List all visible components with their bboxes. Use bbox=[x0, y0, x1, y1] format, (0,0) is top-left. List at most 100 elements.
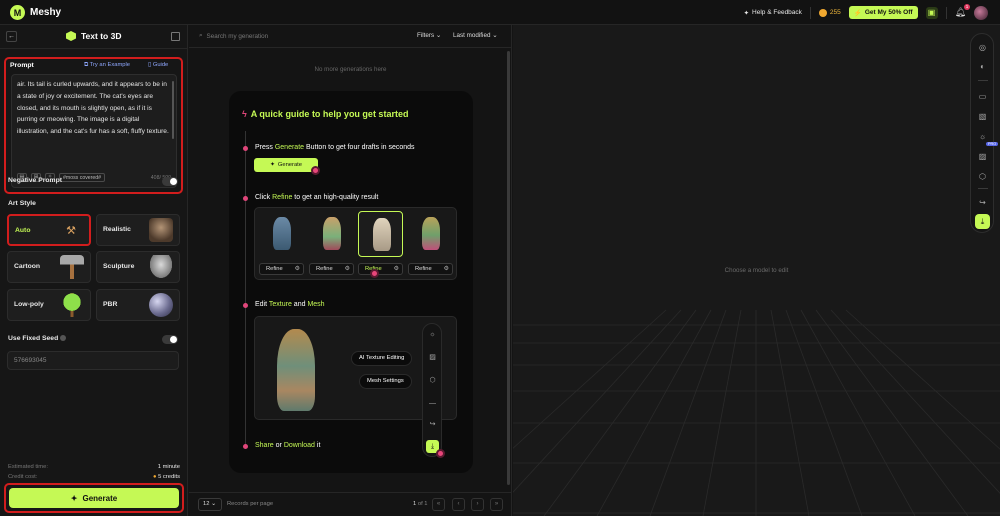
next-page-icon[interactable]: › bbox=[471, 498, 484, 511]
style-option-sculpture[interactable]: Sculpture bbox=[96, 251, 180, 283]
viewport-message: Choose a model to edit bbox=[724, 267, 789, 274]
try-example-link[interactable]: ⧉ Try an Example bbox=[84, 62, 130, 69]
step-highlight: Download bbox=[283, 442, 315, 449]
meshy-logo-icon: M bbox=[10, 5, 25, 20]
refine-label: Refine bbox=[266, 266, 283, 272]
info-icon[interactable] bbox=[60, 335, 67, 341]
estimated-time-value: 1 minute bbox=[157, 464, 180, 470]
texture-icon: ▨ bbox=[429, 354, 436, 361]
prompt-tag[interactable]: #moss covered# bbox=[59, 173, 106, 182]
sun-icon[interactable]: ☼ bbox=[977, 131, 988, 142]
style-label: PBR bbox=[103, 301, 118, 308]
credits-count: 255 bbox=[829, 9, 841, 16]
first-page-icon[interactable]: « bbox=[432, 498, 445, 511]
style-label: Realistic bbox=[103, 226, 131, 233]
prompt-textarea[interactable]: air. Its tail is curled upwards, and it … bbox=[11, 74, 177, 188]
step-dot bbox=[243, 146, 248, 151]
monitor-icon[interactable]: ▭ bbox=[977, 91, 988, 102]
search-input[interactable]: Search my generation bbox=[207, 33, 269, 40]
view-mode-icon[interactable]: ◎ bbox=[977, 42, 988, 53]
refine-label: Refine bbox=[415, 266, 432, 272]
generate-button[interactable]: ✦ Generate bbox=[9, 488, 179, 508]
fixed-seed-text: Use Fixed Seed bbox=[8, 335, 59, 342]
negative-prompt-toggle[interactable] bbox=[162, 177, 178, 186]
step-text: Edit bbox=[255, 301, 269, 308]
share-icon: ↪ bbox=[429, 421, 436, 428]
top-bar: M Meshy ✦ Help & Feedback 255 ⚡ Get My 5… bbox=[0, 0, 1000, 25]
quick-guide-card: ϟ A quick guide to help you get started … bbox=[229, 91, 473, 473]
magic-wand-icon: ⚒ bbox=[66, 225, 76, 237]
negative-prompt-label: Negative Prompt bbox=[8, 177, 63, 184]
records-per-page-label: Records per page bbox=[227, 501, 274, 507]
bolt-icon: ⚡ bbox=[853, 9, 862, 17]
try-example-label: Try an Example bbox=[89, 62, 131, 68]
top-right-actions: ✦ Help & Feedback 255 ⚡ Get My 50% Off ▣… bbox=[744, 4, 988, 20]
style-option-low-poly[interactable]: Low-poly bbox=[7, 289, 91, 321]
texture-icon[interactable]: ▨ bbox=[977, 151, 988, 162]
lighting-icon[interactable]: ◐ bbox=[977, 61, 988, 72]
demo-generate-button: ✦ Generate bbox=[254, 158, 318, 172]
prompt-text[interactable]: air. Its tail is curled upwards, and it … bbox=[17, 79, 172, 138]
step-dot bbox=[243, 196, 248, 201]
style-option-auto[interactable]: Auto ⚒ bbox=[7, 214, 91, 246]
step-dot bbox=[243, 303, 248, 308]
ai-texture-editing-chip: AI Texture Editing bbox=[351, 351, 413, 366]
search-bar[interactable]: ⌕ Search my generation bbox=[199, 32, 268, 40]
mesh-icon[interactable]: ⬡ bbox=[977, 171, 988, 182]
scrollbar[interactable] bbox=[507, 51, 510, 485]
promo-button[interactable]: ⚡ Get My 50% Off bbox=[848, 6, 918, 19]
step-refine: Click Refine to get an high-quality resu… bbox=[255, 194, 378, 201]
help-feedback-button[interactable]: ✦ Help & Feedback bbox=[744, 9, 802, 17]
demo-toolbar: ☼ ▨ ⬡ — ↪ ⤓ bbox=[422, 323, 442, 457]
credit-cost-row: Credit cost: ● 5 credits bbox=[8, 474, 180, 480]
step-highlight: Mesh bbox=[307, 301, 325, 308]
left-panel: ← Text to 3D Prompt ⧉ Try an Example ▯ G… bbox=[0, 25, 188, 516]
step-text: to get an high-quality result bbox=[292, 194, 379, 201]
style-option-pbr[interactable]: PBR bbox=[96, 289, 180, 321]
style-label: Auto bbox=[15, 227, 31, 234]
step-text: or bbox=[273, 442, 284, 449]
prev-page-icon[interactable]: ‹ bbox=[452, 498, 465, 511]
step-highlight: Texture bbox=[268, 301, 292, 308]
per-page-value: 12 bbox=[203, 501, 210, 507]
style-option-cartoon[interactable]: Cartoon bbox=[7, 251, 91, 283]
avatar[interactable] bbox=[974, 5, 988, 20]
guide-link[interactable]: ▯ Guide bbox=[148, 62, 168, 68]
sort-label: Last modified bbox=[453, 32, 491, 39]
panel-title-text: Text to 3D bbox=[81, 31, 122, 41]
demo-generate-label: Generate bbox=[277, 162, 303, 168]
seed-input[interactable]: 576693045 bbox=[7, 351, 179, 370]
step-dot bbox=[243, 444, 248, 449]
notification-count: 1 bbox=[964, 4, 970, 10]
realistic-thumbnail-icon bbox=[149, 218, 173, 242]
style-option-realistic[interactable]: Realistic bbox=[96, 214, 180, 246]
share-icon[interactable]: ↪ bbox=[977, 197, 988, 208]
grid-toggle-icon[interactable]: ▧ bbox=[977, 111, 988, 122]
notification-bell-icon[interactable]: 🔔︎ 1 bbox=[955, 4, 970, 18]
bust-model-image bbox=[373, 218, 391, 251]
gift-icon[interactable]: ▣ bbox=[925, 6, 938, 19]
logo[interactable]: M Meshy bbox=[10, 5, 61, 20]
prompt-scrollbar[interactable] bbox=[172, 81, 174, 139]
back-arrow-icon[interactable]: ← bbox=[6, 31, 17, 42]
filters-dropdown[interactable]: Filters ⌄ bbox=[417, 32, 441, 39]
divider bbox=[945, 6, 947, 19]
sort-dropdown[interactable]: Last modified ⌄ bbox=[453, 32, 497, 39]
draft-thumbnail bbox=[259, 211, 304, 257]
step-text: it bbox=[314, 442, 321, 449]
draft-thumbnail bbox=[309, 211, 354, 257]
estimated-time-label: Estimated time: bbox=[8, 464, 48, 470]
help-feedback-label: Help & Feedback bbox=[752, 9, 802, 16]
fixed-seed-toggle[interactable] bbox=[162, 335, 178, 344]
step-highlight: Share bbox=[255, 442, 274, 449]
sparkle-icon: ✦ bbox=[269, 162, 275, 168]
records-per-page-select[interactable]: 12 ⌄ bbox=[198, 498, 222, 511]
download-icon[interactable]: ⤓ bbox=[975, 214, 990, 229]
dash-icon: — bbox=[429, 400, 436, 407]
3d-viewport[interactable]: Choose a model to edit ◎ ◐ ▭ ▧ ☼ PRO ▨ ⬡… bbox=[513, 25, 1000, 516]
credits-badge[interactable]: 255 bbox=[818, 8, 841, 17]
credit-cost-value: ● 5 credits bbox=[153, 474, 180, 480]
last-page-icon[interactable]: » bbox=[490, 498, 503, 511]
generate-label: Generate bbox=[82, 493, 118, 503]
sidebar-toggle-icon[interactable] bbox=[171, 32, 180, 41]
